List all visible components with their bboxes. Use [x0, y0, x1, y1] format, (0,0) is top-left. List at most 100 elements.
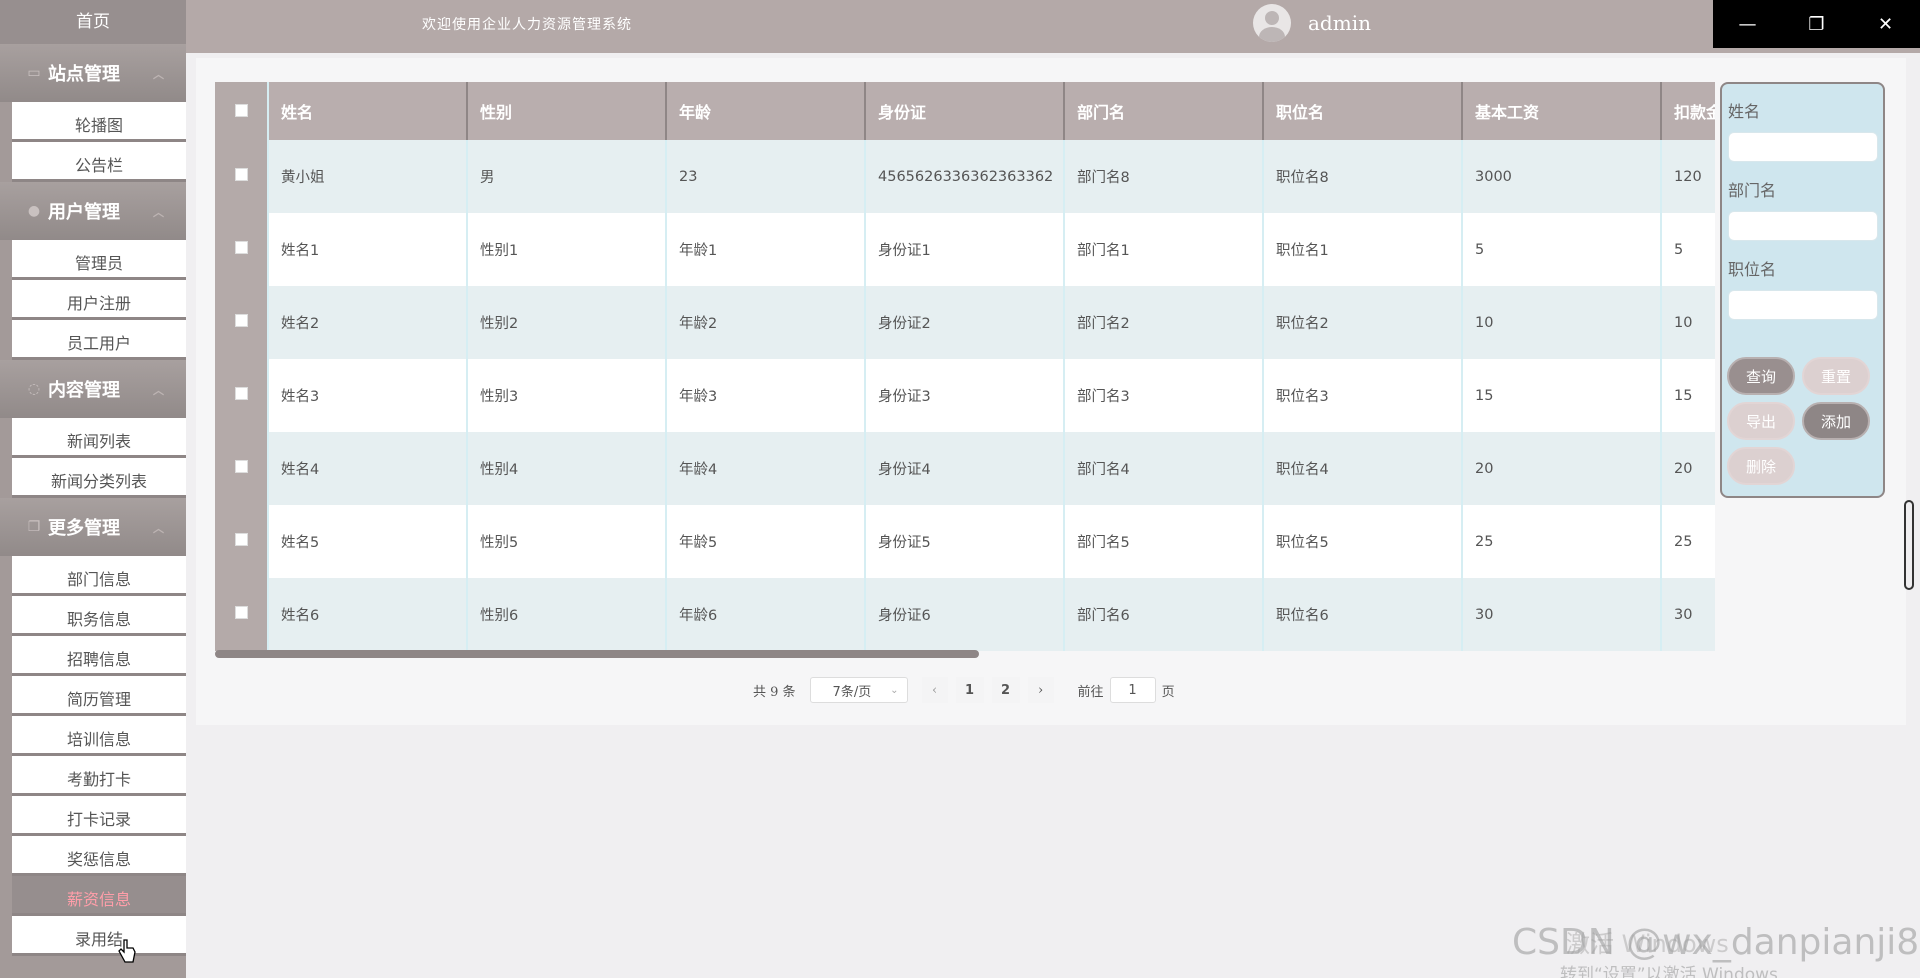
row-checkbox[interactable]	[215, 213, 269, 286]
table-row[interactable]: 黄小姐男 23 4565626336362363362 部门名8 职位名8 3000 120	[215, 140, 1715, 213]
table-row[interactable]: 姓名3 性别3 年龄3 身份证3 部门名3 职位名3 15 15	[215, 359, 1715, 432]
minimize-icon[interactable]: —	[1713, 0, 1782, 48]
sidebar-item-admin[interactable]: 管理员	[12, 240, 186, 280]
table-cell: 姓名2	[268, 286, 468, 359]
sidebar-group-content[interactable]: ◌ 内容管理 ︿	[0, 360, 186, 418]
sidebar-item-position[interactable]: 职务信息	[12, 596, 186, 636]
column-header[interactable]: 基本工资	[1462, 82, 1662, 140]
table-row[interactable]: 姓名4 性别4 年龄4 身份证4 部门名4 职位名4 20 20	[215, 432, 1715, 505]
sidebar-item-resume[interactable]: 简历管理	[12, 676, 186, 716]
horizontal-scrollbar[interactable]	[215, 650, 979, 658]
sidebar-item-notice[interactable]: 公告栏	[12, 142, 186, 182]
column-header[interactable]: 职位名	[1263, 82, 1463, 140]
sidebar-group-users[interactable]: ● 用户管理 ︿	[0, 182, 186, 240]
column-header[interactable]: 部门名	[1064, 82, 1264, 140]
table-row[interactable]: 姓名5 性别5 年龄5 身份证5 部门名5 职位名5 25 25	[215, 505, 1715, 578]
chevron-up-icon: ︿	[153, 522, 164, 535]
chat-icon: ▭	[27, 65, 41, 81]
table-cell: 年龄5	[666, 505, 866, 578]
sidebar-item-recruit[interactable]: 招聘信息	[12, 636, 186, 676]
search-panel: 姓名 部门名 职位名 查询 重置 导出 添加 删除	[1720, 82, 1885, 498]
sidebar-group-label: 内容管理	[48, 380, 120, 401]
sidebar-group-more[interactable]: ❐ 更多管理 ︿	[0, 498, 186, 556]
column-header[interactable]: 年龄	[666, 82, 866, 140]
sidebar-item-training[interactable]: 培训信息	[12, 716, 186, 756]
table-row[interactable]: 姓名2 性别2 年龄2 身份证2 部门名2 职位名2 10 10	[215, 286, 1715, 359]
table-cell: 姓名6	[268, 578, 468, 651]
delete-button[interactable]: 删除	[1727, 447, 1795, 485]
sidebar-item-salary[interactable]: 薪资信息	[12, 876, 186, 916]
sidebar-item-clock-record[interactable]: 打卡记录	[12, 796, 186, 836]
username[interactable]: admin	[1308, 11, 1371, 35]
checkbox-icon[interactable]	[234, 533, 248, 546]
row-checkbox[interactable]	[215, 140, 269, 213]
sidebar-item-carousel[interactable]: 轮播图	[12, 102, 186, 142]
table-header-row: 姓名 性别 年龄 身份证 部门名 职位名 基本工资 扣款金	[215, 82, 1715, 140]
checkbox-icon[interactable]	[234, 103, 248, 117]
avatar-body-icon	[1259, 27, 1285, 42]
add-button[interactable]: 添加	[1802, 402, 1870, 440]
windows-activation-title: 激活 Windows	[1566, 930, 1729, 958]
checkbox-icon[interactable]	[234, 387, 248, 400]
table-cell: 身份证5	[865, 505, 1065, 578]
sidebar-item-department[interactable]: 部门信息	[12, 556, 186, 596]
table-row[interactable]: 姓名6 性别6 年龄6 身份证6 部门名6 职位名6 30 30	[215, 578, 1715, 651]
close-icon[interactable]: ✕	[1851, 0, 1920, 48]
table-cell: 性别5	[467, 505, 667, 578]
sidebar-group-site[interactable]: ▭ 站点管理 ︿	[0, 44, 186, 102]
table-cell: 身份证4	[865, 432, 1065, 505]
avatar[interactable]	[1253, 4, 1291, 42]
row-checkbox[interactable]	[215, 359, 269, 432]
restore-icon[interactable]: ❐	[1782, 0, 1851, 48]
pagination-total: 共 9 条	[753, 684, 796, 700]
table-cell: 身份证6	[865, 578, 1065, 651]
prev-page-button[interactable]: ‹	[921, 677, 948, 703]
sidebar-item-news-category[interactable]: 新闻分类列表	[12, 458, 186, 498]
row-checkbox[interactable]	[215, 505, 269, 578]
reset-button[interactable]: 重置	[1802, 357, 1870, 395]
column-header[interactable]: 扣款金	[1661, 82, 1715, 140]
table-cell: 15	[1462, 359, 1662, 432]
select-all-checkbox[interactable]	[215, 82, 269, 140]
table-cell: 职位名3	[1263, 359, 1463, 432]
sidebar-item-register[interactable]: 用户注册	[12, 280, 186, 320]
vertical-scroll-handle[interactable]	[1904, 500, 1914, 590]
next-page-button[interactable]: ›	[1027, 677, 1054, 703]
table-cell: 身份证2	[865, 286, 1065, 359]
column-header[interactable]: 姓名	[268, 82, 468, 140]
row-checkbox[interactable]	[215, 286, 269, 359]
checkbox-icon[interactable]	[234, 606, 248, 619]
sidebar-home[interactable]: 首页	[0, 0, 186, 44]
table-row[interactable]: 姓名1 性别1 年龄1 身份证1 部门名1 职位名1 5 5	[215, 213, 1715, 286]
page-size-select[interactable]: 7条/页 ⌄	[809, 677, 908, 703]
export-button[interactable]: 导出	[1727, 402, 1795, 440]
search-department-input[interactable]	[1728, 211, 1878, 241]
row-checkbox[interactable]	[215, 578, 269, 651]
column-header[interactable]: 身份证	[865, 82, 1065, 140]
column-header[interactable]: 性别	[467, 82, 667, 140]
table-cell: 身份证3	[865, 359, 1065, 432]
checkbox-icon[interactable]	[234, 460, 248, 473]
query-button[interactable]: 查询	[1727, 357, 1795, 395]
sidebar-item-news[interactable]: 新闻列表	[12, 418, 186, 458]
sidebar-item-hiring[interactable]: 录用结	[12, 916, 186, 956]
search-position-input[interactable]	[1728, 290, 1878, 320]
table-cell: 性别1	[467, 213, 667, 286]
row-checkbox[interactable]	[215, 432, 269, 505]
chevron-up-icon: ︿	[153, 68, 164, 81]
checkbox-icon[interactable]	[234, 314, 248, 327]
checkbox-icon[interactable]	[234, 168, 248, 181]
page-1-button[interactable]: 1	[955, 677, 984, 703]
page-2-button[interactable]: 2	[991, 677, 1020, 703]
table-cell: 23	[666, 140, 866, 213]
search-name-input[interactable]	[1728, 132, 1878, 162]
checkbox-icon[interactable]	[234, 241, 248, 254]
chevron-left-icon: ‹	[931, 682, 938, 698]
sidebar-item-employee-users[interactable]: 员工用户	[12, 320, 186, 360]
sidebar-item-reward[interactable]: 奖惩信息	[12, 836, 186, 876]
table-cell: 20	[1462, 432, 1662, 505]
table-cell: 职位名5	[1263, 505, 1463, 578]
sidebar-item-attendance[interactable]: 考勤打卡	[12, 756, 186, 796]
goto-page-input[interactable]: 1	[1109, 677, 1156, 703]
table-cell: 3000	[1462, 140, 1662, 213]
